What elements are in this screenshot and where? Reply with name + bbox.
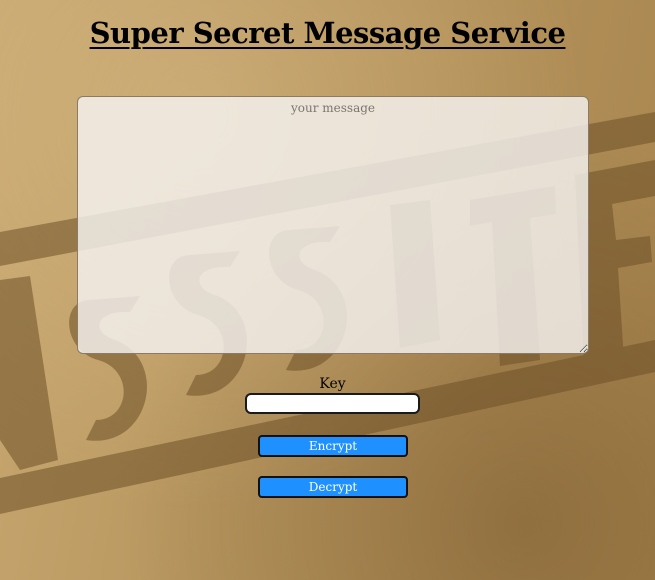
message-textarea[interactable] bbox=[77, 96, 589, 354]
key-input[interactable] bbox=[245, 393, 420, 414]
encrypt-button[interactable]: Encrypt bbox=[258, 435, 408, 457]
decrypt-button[interactable]: Decrypt bbox=[258, 476, 408, 498]
key-label: Key bbox=[319, 376, 346, 392]
page-title: Super Secret Message Service bbox=[89, 16, 566, 50]
